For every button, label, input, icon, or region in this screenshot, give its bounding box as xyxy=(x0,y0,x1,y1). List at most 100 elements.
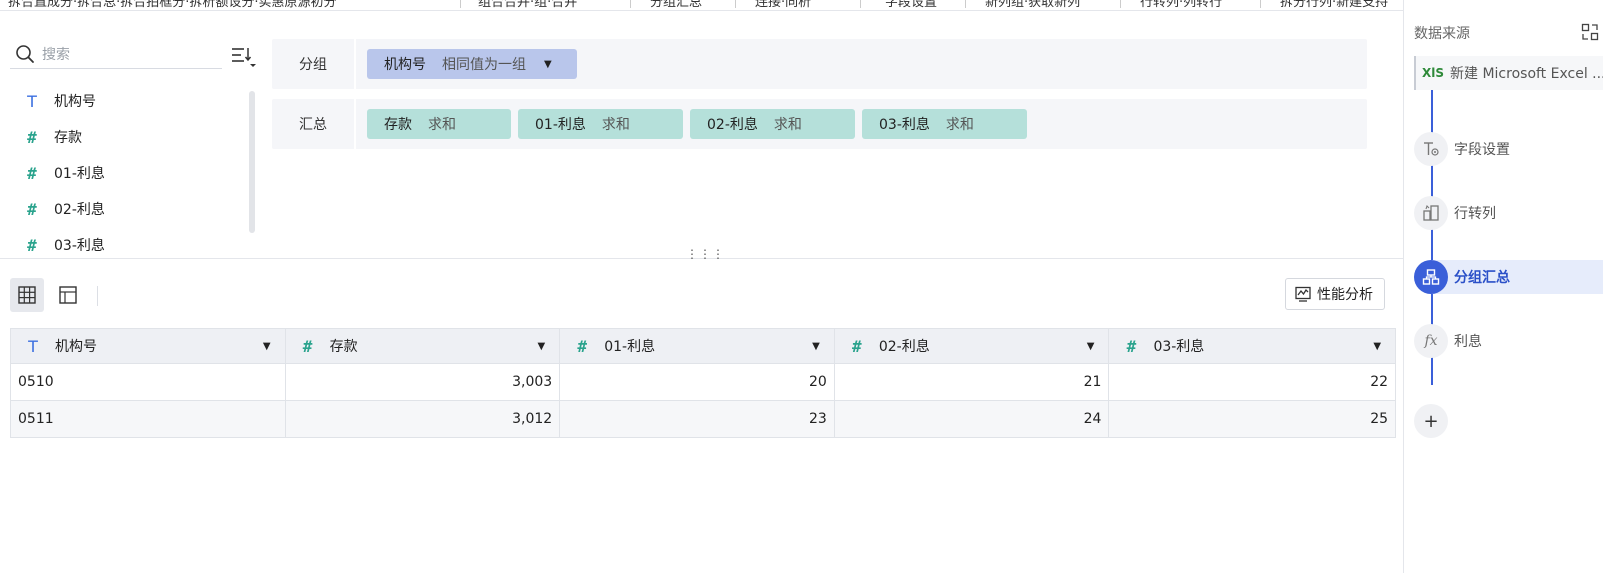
add-step-button[interactable]: + xyxy=(1414,404,1448,438)
step-group-summary[interactable]: 分组汇总 xyxy=(1414,260,1603,294)
table-cell[interactable]: 21 xyxy=(835,364,1110,400)
summary-chip-03-lixi[interactable]: 03-利息 求和 xyxy=(862,109,1027,139)
summary-chip-01-lixi[interactable]: 01-利息 求和 xyxy=(518,109,683,139)
field-item-02-lixi[interactable]: # 02-利息 xyxy=(0,191,240,227)
summary-chip-02-lixi[interactable]: 02-利息 求和 xyxy=(690,109,855,139)
chip-operation: 相同值为一组 xyxy=(442,57,526,73)
expand-icon[interactable] xyxy=(1581,23,1599,41)
field-search xyxy=(10,41,222,69)
summary-chip-cunkuan[interactable]: 存款 求和 xyxy=(367,109,511,139)
top-menu-item[interactable]: 分组汇总 xyxy=(650,0,702,10)
number-type-icon: # xyxy=(27,199,37,219)
top-menu-item[interactable]: 新列组·获取新列 xyxy=(985,0,1080,10)
field-item-01-lixi[interactable]: # 01-利息 xyxy=(0,155,240,191)
menu-divider xyxy=(735,0,736,8)
text-type-icon: T xyxy=(28,336,38,356)
column-header-cunkuan[interactable]: # 存款 ▼ xyxy=(286,329,561,363)
column-label: 存款 xyxy=(329,339,358,355)
column-header-01-lixi[interactable]: # 01-利息 ▼ xyxy=(560,329,835,363)
table-cell[interactable]: 0511 xyxy=(11,401,286,437)
performance-analysis-button[interactable]: 性能分析 xyxy=(1285,278,1385,310)
column-menu-caret-icon[interactable]: ▼ xyxy=(538,341,546,352)
step-field-settings[interactable]: 字段设置 xyxy=(1414,132,1603,166)
chip-field-name: 01-利息 xyxy=(535,117,586,133)
table-cell[interactable]: 24 xyxy=(835,401,1110,437)
field-item-jigouhao[interactable]: T 机构号 xyxy=(0,83,240,119)
number-type-icon: # xyxy=(27,127,37,147)
table-cell[interactable]: 22 xyxy=(1109,364,1395,400)
menu-divider xyxy=(965,0,966,8)
pipeline-title: 数据来源 xyxy=(1414,26,1470,42)
field-label: 02-利息 xyxy=(54,202,105,218)
field-item-03-lixi[interactable]: # 03-利息 xyxy=(0,227,240,258)
table-row: 0510 3,003 20 21 22 xyxy=(10,364,1396,401)
group-label: 分组 xyxy=(272,39,356,89)
column-header-jigouhao[interactable]: T 机构号 ▼ xyxy=(11,329,286,363)
summary-config-row: 汇总 存款 求和 01-利息 求和 02-利息 求和 03-利息 求和 xyxy=(272,99,1367,149)
group-field-chip[interactable]: 机构号 相同值为一组 ▼ xyxy=(367,49,577,79)
top-menu-item[interactable]: 连接·同析 xyxy=(755,0,811,10)
search-input[interactable] xyxy=(42,44,217,66)
column-menu-caret-icon[interactable]: ▼ xyxy=(1373,341,1381,352)
chevron-down-icon[interactable]: ▼ xyxy=(544,59,552,70)
number-type-icon: # xyxy=(1126,336,1137,356)
menu-divider xyxy=(860,0,861,8)
table-cell[interactable]: 3,003 xyxy=(286,364,561,400)
perf-button-label: 性能分析 xyxy=(1317,287,1373,303)
menu-divider xyxy=(1120,0,1121,8)
column-header-03-lixi[interactable]: # 03-利息 ▼ xyxy=(1109,329,1395,363)
chip-field-name: 存款 xyxy=(384,117,412,133)
top-menu-item[interactable]: 行转列·列转行 xyxy=(1140,0,1222,10)
layout-view-button[interactable] xyxy=(51,278,85,312)
top-menu-item[interactable]: 拆分行列·新建支持 xyxy=(1280,0,1388,10)
chip-field-name: 02-利息 xyxy=(707,117,758,133)
chip-operation: 求和 xyxy=(601,117,630,133)
column-menu-caret-icon[interactable]: ▼ xyxy=(263,341,271,352)
drag-handle-icon[interactable]: ⋮⋮⋮ xyxy=(686,248,724,265)
step-label: 利息 xyxy=(1454,334,1482,350)
toolbar-divider xyxy=(97,286,98,306)
table-cell[interactable]: 20 xyxy=(560,364,835,400)
field-item-cunkuan[interactable]: # 存款 xyxy=(0,119,240,155)
table-cell[interactable]: 25 xyxy=(1109,401,1395,437)
menu-divider xyxy=(1260,0,1261,8)
step-row-to-column[interactable]: 行转列 xyxy=(1414,196,1603,230)
menu-divider xyxy=(630,0,631,8)
top-menu-item[interactable]: 拆合直成分·拆合总·拆合拍框分·拆析额设分·实惠原源初分 xyxy=(8,0,337,10)
top-menu-item[interactable]: 字段设置 xyxy=(885,0,937,10)
number-type-icon: # xyxy=(577,336,588,356)
summary-label: 汇总 xyxy=(272,99,356,149)
top-menu-item[interactable]: 组合合并·组·合并 xyxy=(478,0,577,10)
top-menu-bar: 拆合直成分·拆合总·拆合拍框分·拆析额设分·实惠原源初分 组合合并·组·合并 分… xyxy=(0,0,1403,11)
row-to-column-icon xyxy=(1414,196,1448,230)
field-list-scrollbar[interactable] xyxy=(249,91,255,233)
table-cell[interactable]: 23 xyxy=(560,401,835,437)
formula-icon: fx xyxy=(1414,324,1448,358)
field-settings-icon xyxy=(1414,132,1448,166)
step-formula-lixi[interactable]: fx 利息 xyxy=(1414,324,1603,358)
group-summary-icon xyxy=(1414,260,1448,294)
chip-operation: 求和 xyxy=(773,117,802,133)
group-config-row: 分组 机构号 相同值为一组 ▼ xyxy=(272,39,1367,89)
column-label: 机构号 xyxy=(55,339,97,355)
chip-field-name: 03-利息 xyxy=(879,117,930,133)
number-type-icon: # xyxy=(27,163,37,183)
field-label: 03-利息 xyxy=(54,238,105,254)
step-label: 分组汇总 xyxy=(1454,270,1510,286)
table-cell[interactable]: 0510 xyxy=(11,364,286,400)
field-label: 存款 xyxy=(54,130,82,146)
column-menu-caret-icon[interactable]: ▼ xyxy=(1087,341,1095,352)
search-icon xyxy=(16,45,34,63)
text-type-icon: T xyxy=(27,91,37,111)
column-menu-caret-icon[interactable]: ▼ xyxy=(812,341,820,352)
number-type-icon: # xyxy=(27,235,37,255)
data-source-card[interactable]: XlS 新建 Microsoft Excel ... xyxy=(1414,56,1603,90)
grid-icon xyxy=(18,286,36,304)
column-header-02-lixi[interactable]: # 02-利息 ▼ xyxy=(835,329,1110,363)
menu-divider xyxy=(460,0,461,8)
chip-operation: 求和 xyxy=(945,117,974,133)
number-type-icon: # xyxy=(852,336,862,356)
grid-view-button[interactable] xyxy=(10,278,44,312)
table-cell[interactable]: 3,012 xyxy=(286,401,561,437)
sort-fields-icon[interactable] xyxy=(229,45,257,69)
